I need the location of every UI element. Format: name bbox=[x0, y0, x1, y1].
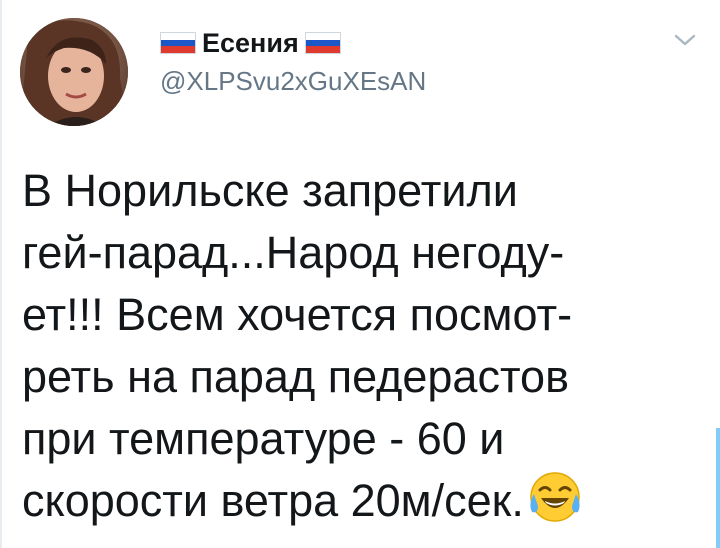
tweet-line: гей-парад...Народ негоду- bbox=[22, 227, 565, 278]
author-name[interactable]: Есения bbox=[202, 28, 299, 59]
tweet-line: ет!!! Всем хочется посмот- bbox=[22, 289, 573, 340]
left-border bbox=[0, 0, 2, 548]
tweet-line: реть на парад педерастов bbox=[22, 351, 569, 402]
avatar-image bbox=[20, 18, 128, 126]
chevron-down-icon[interactable] bbox=[672, 30, 698, 50]
russian-flag-icon bbox=[304, 32, 341, 54]
author-name-row[interactable]: Есения bbox=[160, 26, 426, 60]
avatar[interactable] bbox=[20, 18, 128, 126]
author-handle[interactable]: @XLPSvu2xGuXEsAN bbox=[160, 66, 426, 97]
tweet-line: скорости ветра 20м/сек. bbox=[22, 475, 524, 526]
tweet-text: В Норильске запретили гей-парад...Народ … bbox=[22, 160, 692, 532]
tears-of-joy-emoji-icon bbox=[530, 472, 580, 522]
tweet-line: при температуре - 60 и bbox=[22, 413, 505, 464]
scroll-indicator[interactable] bbox=[716, 428, 720, 548]
russian-flag-icon bbox=[160, 32, 196, 54]
tweet-header: Есения @XLPSvu2xGuXEsAN bbox=[160, 26, 426, 97]
tweet-line: В Норильске запретили bbox=[22, 165, 518, 216]
